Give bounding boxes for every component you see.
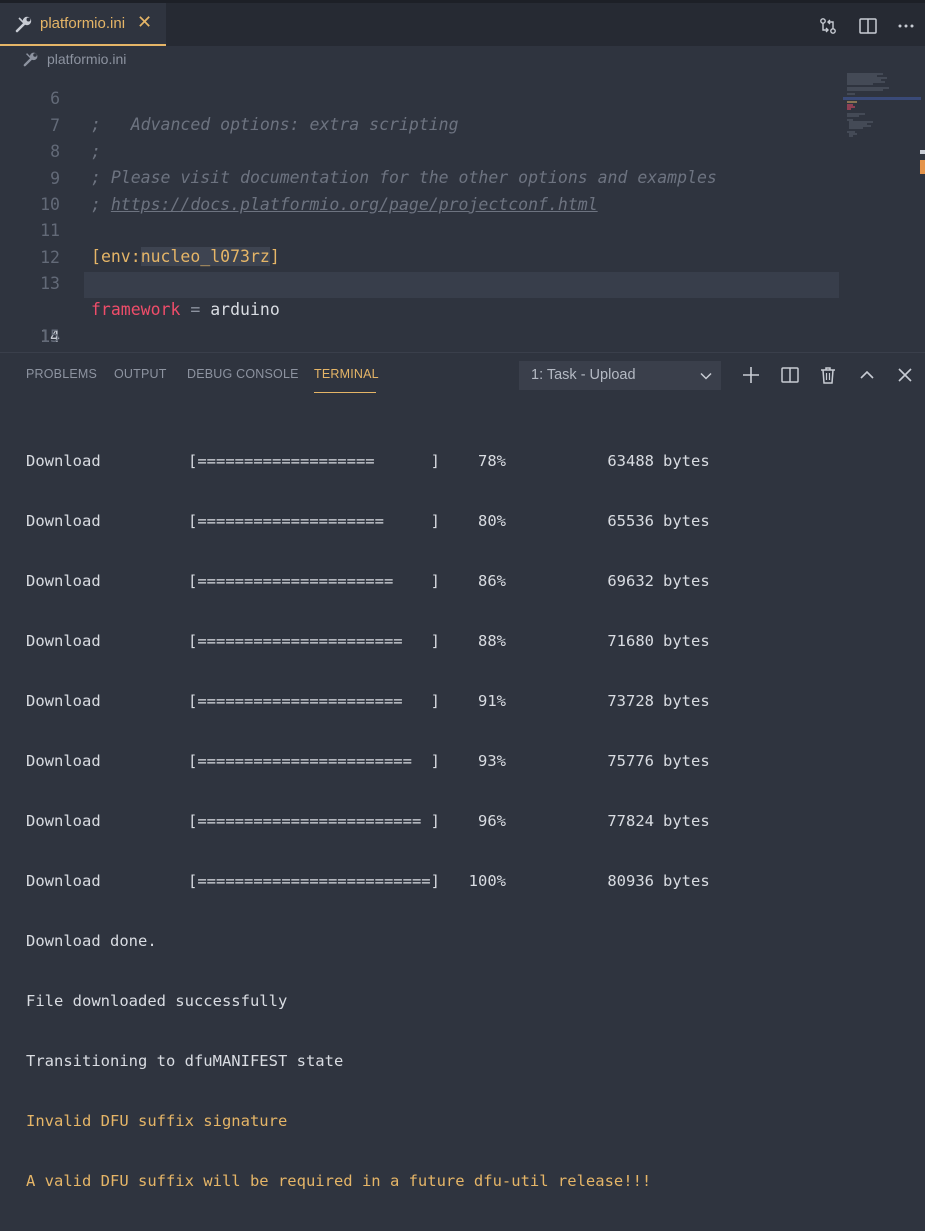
code-line: 11 [env:nucleo_l073rz] [0,192,840,266]
progress-bar-text: [=================== ] [188,452,440,470]
byte-unit: bytes [663,752,710,770]
download-label: Download [26,572,101,590]
download-progress-row: Download [=================== ] 78% 63488 by… [26,451,916,471]
terminal-output[interactable]: Download [=================== ] 78% 63488 by… [26,411,916,1231]
tab-label: platformio.ini [40,15,126,32]
breadcrumb-item[interactable]: platformio.ini [47,51,126,67]
wrench-icon [15,16,32,33]
tab-output[interactable]: OUTPUT [114,367,167,381]
current-line-highlight [84,272,839,298]
byte-count: 73728 [607,692,654,710]
download-progress-row: Download [=========================] 100% 8… [26,871,916,891]
maximize-icon[interactable] [857,365,877,385]
progress-percent: 88% [478,632,506,650]
task-select-value: 1: Task - Upload [531,367,636,383]
code-line: 10 [0,166,840,214]
split-terminal-icon[interactable] [780,365,800,385]
progress-percent: 91% [478,692,506,710]
byte-unit: bytes [663,632,710,650]
tab-problems[interactable]: PROBLEMS [26,367,97,381]
code-line: 12 platform = ststm32 [0,219,840,293]
byte-count: 75776 [607,752,654,770]
terminal-message: File downloaded successfully [26,992,288,1010]
code-line: 16 upload_protocol = dfu [0,324,840,350]
download-progress-row: Download [====================== ] 91% 7372… [26,691,916,711]
download-progress-row: Download [======================== ] 96% 77… [26,811,916,831]
code-editor[interactable]: 6 ; Advanced options: extra scripting 7 … [0,62,925,352]
download-label: Download [26,632,101,650]
more-actions-icon[interactable] [896,16,916,36]
terminal-message: Download done. [26,932,157,950]
download-label: Download [26,752,101,770]
active-tab-indicator [314,392,376,393]
byte-unit: bytes [663,452,710,470]
minimap[interactable] [843,72,923,152]
scrollbar-modified-marker [920,160,925,174]
close-icon[interactable] [895,365,915,385]
split-editor-icon[interactable] [858,16,878,36]
terminal-warning: A valid DFU suffix will be required in a… [26,1172,652,1190]
code-line: 8 ; Please visit documentation for the o… [0,113,840,187]
add-icon[interactable] [741,365,761,385]
open-changes-icon[interactable] [818,16,838,36]
download-progress-row: Download [===================== ] 86% 69632… [26,571,916,591]
tab-terminal[interactable]: TERMINAL [314,367,379,381]
progress-percent: 78% [478,452,506,470]
progress-percent: 96% [478,812,506,830]
progress-percent: 86% [478,572,506,590]
progress-bar-text: [====================== ] [188,692,440,710]
progress-bar-text: [==================== ] [188,512,440,530]
byte-count: 69632 [607,572,654,590]
code-line-current: 14 board = nucleo_l073rz [0,272,840,346]
download-label: Download [26,452,101,470]
progress-bar-text: [======================= ] [188,752,440,770]
progress-bar-text: [=========================] [188,872,440,890]
byte-count: 77824 [607,812,654,830]
byte-count: 65536 [607,512,654,530]
progress-percent: 93% [478,752,506,770]
download-label: Download [26,812,101,830]
terminal-task-select[interactable]: 1: Task - Upload [519,361,721,390]
code-line: 9 ; https://docs.platformio.org/page/pro… [0,140,840,214]
terminal-message: Transitioning to dfuMANIFEST state [26,1052,344,1070]
code-line: 13 framework = arduino [0,245,840,319]
byte-unit: bytes [663,512,710,530]
progress-percent: 80% [478,512,506,530]
download-progress-row: Download [==================== ] 80% 65536 b… [26,511,916,531]
scrollbar-position-marker [920,150,925,154]
code-line: 15 [0,298,840,346]
byte-count: 63488 [607,452,654,470]
code-line: 7 ; [0,87,840,161]
download-label: Download [26,872,101,890]
byte-unit: bytes [663,812,710,830]
download-progress-row: Download [======================= ] 93% 757… [26,751,916,771]
tab-debug-console[interactable]: DEBUG CONSOLE [187,367,299,381]
trash-icon[interactable] [818,365,838,385]
editor-tab-bar: platformio.ini ✕ [0,0,925,46]
breadcrumb: platformio.ini [0,46,925,72]
terminal-warning: Invalid DFU suffix signature [26,1112,288,1130]
progress-bar-text: [===================== ] [188,572,440,590]
wrench-icon [23,52,38,67]
byte-unit: bytes [663,692,710,710]
download-label: Download [26,692,101,710]
byte-count: 80936 [607,872,654,890]
close-icon[interactable]: ✕ [137,13,152,33]
download-label: Download [26,512,101,530]
byte-unit: bytes [663,872,710,890]
progress-percent: 100% [468,872,506,890]
chevron-down-icon [700,372,712,380]
byte-unit: bytes [663,572,710,590]
byte-count: 71680 [607,632,654,650]
download-progress-row: Download [====================== ] 88% 7168… [26,631,916,651]
bottom-panel: PROBLEMS OUTPUT DEBUG CONSOLE TERMINAL 1… [0,352,925,1190]
progress-bar-text: [======================== ] [188,812,440,830]
tab-platformio-ini[interactable]: platformio.ini ✕ [0,3,166,46]
progress-bar-text: [====================== ] [188,632,440,650]
